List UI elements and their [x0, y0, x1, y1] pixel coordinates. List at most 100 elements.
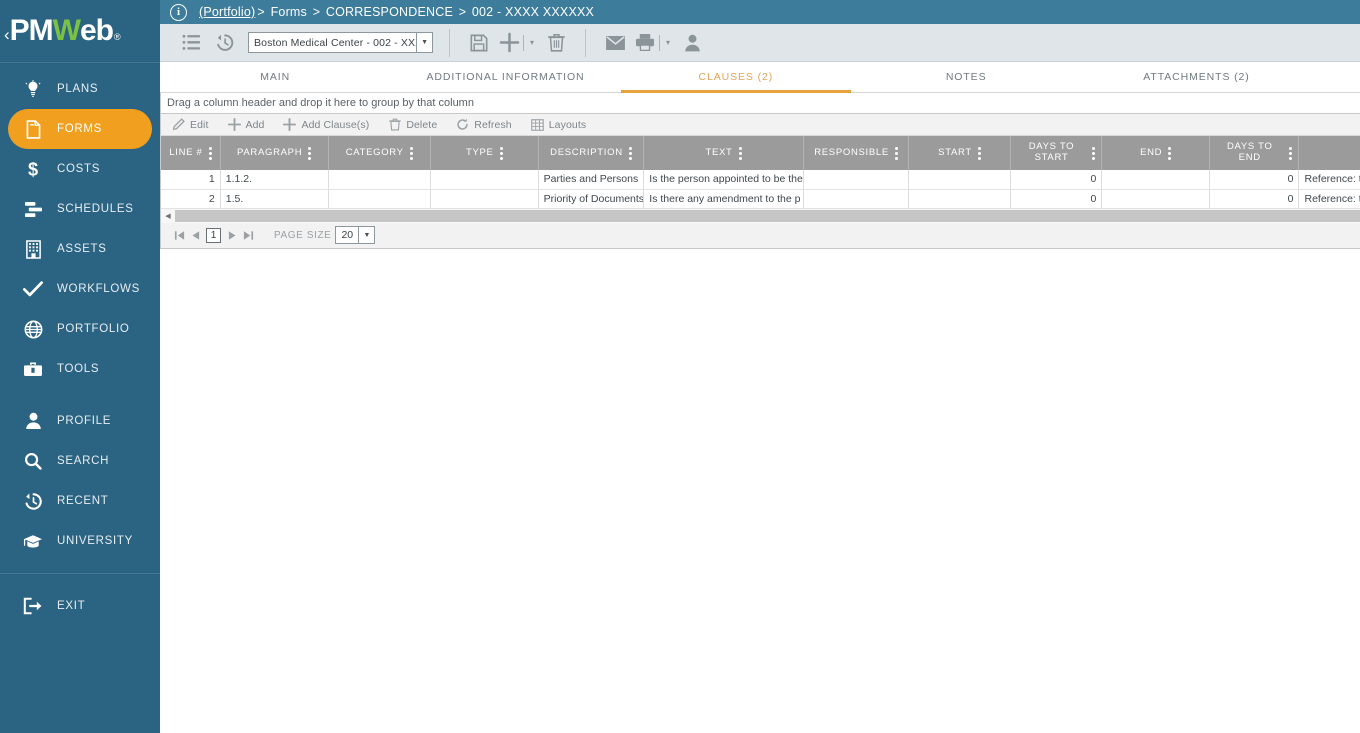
column-header-paragraph[interactable]: PARAGRAPH	[220, 136, 329, 170]
group-by-dropzone[interactable]: Drag a column header and drop it here to…	[160, 93, 1360, 114]
column-header-notes[interactable]: NOTES	[1298, 136, 1360, 170]
column-menu-icon[interactable]	[738, 146, 742, 160]
project-select[interactable]: Boston Medical Center - 002 - XXXX ▼	[248, 32, 433, 53]
graduation-cap-icon	[18, 534, 48, 549]
logo-pm: PM	[9, 14, 54, 47]
delete-button[interactable]: Delete	[387, 118, 437, 131]
column-header-label: PARAGRAPH	[237, 146, 303, 158]
table-body: 1 1.1.2. Parties and Persons Is the pers…	[161, 170, 1360, 209]
column-header-category[interactable]: CATEGORY	[328, 136, 431, 170]
column-menu-icon[interactable]	[308, 146, 312, 160]
sidebar-item-forms[interactable]: FORMS	[8, 109, 152, 149]
column-header-responsible[interactable]: RESPONSIBLE	[803, 136, 910, 170]
column-menu-icon[interactable]	[977, 146, 981, 160]
delete-button-label: Delete	[406, 118, 438, 131]
user-button[interactable]	[675, 28, 709, 58]
sidebar-item-exit[interactable]: EXIT	[8, 586, 152, 626]
sidebar-item-costs[interactable]: $ COSTS	[8, 149, 152, 189]
layouts-button[interactable]: Layouts	[530, 119, 586, 131]
tab-additional-information[interactable]: ADDITIONAL INFORMATION	[390, 62, 620, 92]
table-row[interactable]: 1 1.1.2. Parties and Persons Is the pers…	[161, 170, 1360, 190]
column-menu-icon[interactable]	[1092, 146, 1096, 160]
page-size-select[interactable]: 20 ▼	[335, 226, 376, 244]
column-menu-icon[interactable]	[1289, 146, 1293, 160]
cell-start	[908, 189, 1011, 209]
edit-button[interactable]: Edit	[171, 118, 209, 131]
sidebar-item-workflows[interactable]: WORKFLOWS	[8, 269, 152, 309]
column-menu-icon[interactable]	[409, 146, 413, 160]
column-header-label: START	[938, 146, 972, 158]
cell-type	[430, 170, 539, 190]
print-dropdown-caret-icon[interactable]: ▾	[661, 28, 675, 58]
refresh-button[interactable]: Refresh	[455, 118, 512, 131]
email-button[interactable]	[598, 28, 632, 58]
sidebar-item-university[interactable]: UNIVERSITY	[8, 521, 152, 561]
tab-notifications[interactable]: NOTIFICATIONS	[1312, 62, 1360, 92]
breadcrumb: (Portfolio) > Forms > CORRESPONDENCE > 00…	[199, 5, 594, 19]
add-dropdown-caret-icon[interactable]: ▾	[525, 28, 539, 58]
horizontal-scrollbar[interactable]: ◀ ▶	[160, 208, 1360, 223]
prev-page-button[interactable]	[187, 225, 203, 245]
scrollbar-thumb[interactable]	[175, 209, 1360, 222]
table-row[interactable]: 2 1.5. Priority of Documents Is there an…	[161, 189, 1360, 209]
cell-paragraph: 1.5.	[220, 189, 329, 209]
add-clauses-button[interactable]: Add Clause(s)	[282, 118, 369, 131]
column-header-days-to-end[interactable]: DAYS TO END	[1209, 136, 1300, 170]
clauses-grid-panel: Drag a column header and drop it here to…	[160, 93, 1360, 249]
column-header-line[interactable]: LINE #	[161, 136, 221, 170]
scroll-left-arrow-icon[interactable]: ◀	[161, 209, 175, 223]
save-button[interactable]	[462, 28, 496, 58]
column-header-type[interactable]: TYPE	[430, 136, 539, 170]
breadcrumb-bar: i (Portfolio) > Forms > CORRESPONDENCE > …	[160, 0, 1360, 24]
sidebar-gap-3	[0, 574, 160, 586]
tab-clauses[interactable]: CLAUSES (2)	[620, 62, 852, 93]
info-icon[interactable]: i	[170, 3, 187, 21]
cell-description: Parties and Persons	[538, 170, 645, 190]
breadcrumb-correspondence[interactable]: CORRESPONDENCE	[326, 5, 453, 19]
column-header-description[interactable]: DESCRIPTION	[538, 136, 645, 170]
history-icon[interactable]	[208, 28, 242, 58]
column-header-start[interactable]: START	[908, 136, 1011, 170]
column-menu-icon[interactable]	[628, 146, 632, 160]
scrollbar-track[interactable]	[175, 209, 1360, 223]
cell-start	[908, 170, 1011, 190]
print-button[interactable]	[632, 28, 658, 58]
cell-days-to-start: 0	[1010, 189, 1103, 209]
column-menu-icon[interactable]	[894, 146, 898, 160]
page-size-label: PAGE SIZE	[274, 229, 332, 241]
sidebar-item-assets[interactable]: ASSETS	[8, 229, 152, 269]
sidebar-item-label: SCHEDULES	[57, 203, 134, 215]
refresh-icon	[455, 118, 470, 131]
column-header-label: DESCRIPTION	[550, 146, 623, 158]
page-number-button[interactable]: 1	[206, 227, 221, 243]
list-icon[interactable]	[174, 28, 208, 58]
add-button[interactable]: Add	[227, 118, 265, 131]
sidebar-item-profile[interactable]: PROFILE	[8, 401, 152, 441]
column-header-text[interactable]: TEXT	[643, 136, 804, 170]
chevron-down-icon[interactable]: ▼	[416, 33, 432, 52]
sidebar-item-schedules[interactable]: SCHEDULES	[8, 189, 152, 229]
tab-main[interactable]: MAIN	[160, 62, 390, 92]
tab-notes[interactable]: NOTES	[851, 62, 1081, 92]
column-header-end[interactable]: END	[1101, 136, 1211, 170]
first-page-button[interactable]	[171, 225, 187, 245]
toolbar-divider-2	[585, 28, 586, 57]
tab-attachments[interactable]: ATTACHMENTS (2)	[1081, 62, 1311, 92]
app-logo[interactable]: ‹ PM Web ®	[0, 0, 160, 62]
delete-button[interactable]	[539, 28, 573, 58]
breadcrumb-portfolio-link[interactable]: (Portfolio)	[199, 5, 255, 19]
sidebar-item-search[interactable]: SEARCH	[8, 441, 152, 481]
next-page-button[interactable]	[224, 225, 240, 245]
sidebar-item-tools[interactable]: TOOLS	[8, 349, 152, 389]
last-page-button[interactable]	[240, 225, 256, 245]
sidebar-item-plans[interactable]: PLANS	[8, 69, 152, 109]
column-menu-icon[interactable]	[1168, 146, 1172, 160]
column-menu-icon[interactable]	[208, 146, 212, 160]
column-menu-icon[interactable]	[499, 146, 503, 160]
chevron-down-icon[interactable]: ▼	[358, 227, 374, 243]
add-button[interactable]	[496, 28, 522, 58]
sidebar-item-portfolio[interactable]: PORTFOLIO	[8, 309, 152, 349]
breadcrumb-forms[interactable]: Forms	[271, 5, 307, 19]
sidebar-item-recent[interactable]: RECENT	[8, 481, 152, 521]
column-header-days-to-start[interactable]: DAYS TO START	[1010, 136, 1103, 170]
